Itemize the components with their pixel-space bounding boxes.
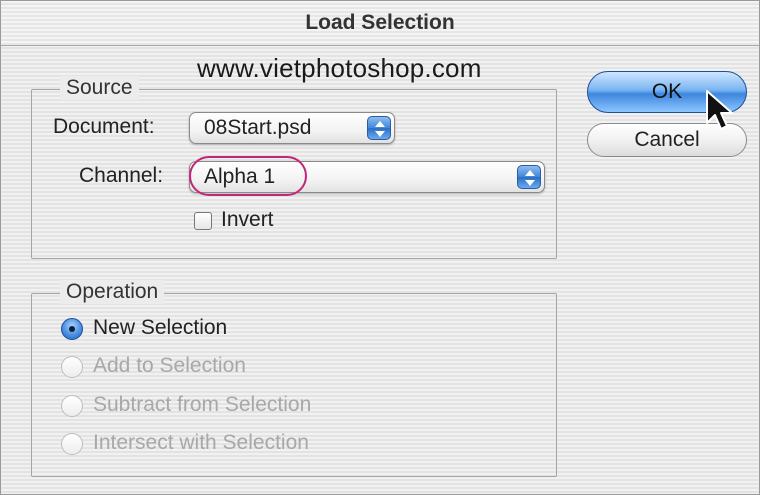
invert-checkbox[interactable] [194,212,212,230]
radio-new-selection[interactable] [61,318,83,340]
invert-label[interactable]: Invert [221,208,274,232]
document-popup-value: 08Start.psd [204,116,312,139]
popup-arrows-icon [367,116,391,140]
load-selection-dialog: Load Selection www.vietphotoshop.com Sou… [0,0,760,495]
radio-label-new-selection[interactable]: New Selection [93,316,227,340]
title-bar[interactable]: Load Selection [1,1,759,46]
document-popup[interactable]: 08Start.psd [189,112,395,144]
radio-label-intersect-with-selection[interactable]: Intersect with Selection [93,431,309,455]
source-group-legend: Source [60,76,139,100]
dialog-title: Load Selection [305,11,455,34]
radio-intersect-with-selection[interactable] [61,433,83,455]
channel-highlight-annotation [189,156,307,196]
channel-label: Channel: [79,164,164,187]
radio-add-to-selection[interactable] [61,356,83,378]
document-label: Document: [53,115,155,138]
operation-group-legend: Operation [60,280,165,304]
radio-label-add-to-selection[interactable]: Add to Selection [93,354,246,378]
popup-arrows-icon [517,165,541,189]
watermark-text: www.vietphotoshop.com [197,53,482,83]
radio-subtract-from-selection[interactable] [61,395,83,417]
radio-label-subtract-from-selection[interactable]: Subtract from Selection [93,393,311,417]
mouse-pointer-icon [705,89,735,138]
